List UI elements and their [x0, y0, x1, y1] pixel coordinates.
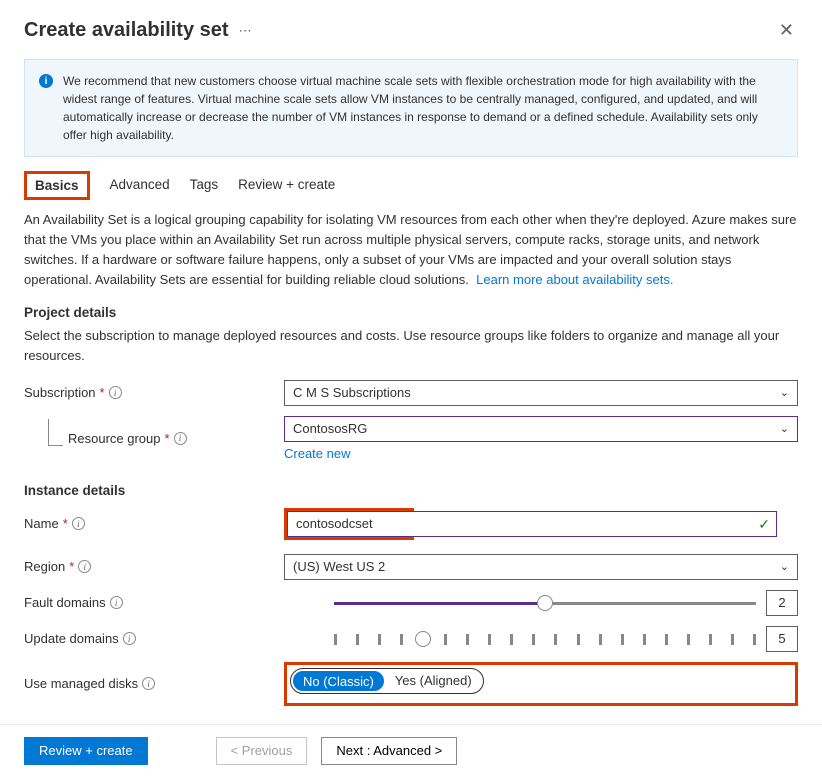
- create-new-link[interactable]: Create new: [284, 446, 798, 461]
- tab-basics[interactable]: Basics: [24, 171, 90, 200]
- info-icon[interactable]: i: [142, 677, 155, 690]
- subscription-label-text: Subscription: [24, 385, 96, 400]
- region-label: Region * i: [24, 559, 284, 574]
- required-star: *: [69, 559, 74, 574]
- previous-button: < Previous: [216, 737, 308, 765]
- name-value: contosodcset: [296, 516, 373, 531]
- chevron-down-icon: ⌄: [780, 422, 789, 435]
- rg-label-text: Resource group: [68, 431, 161, 446]
- required-star: *: [100, 385, 105, 400]
- instance-details-heading: Instance details: [24, 483, 798, 498]
- info-text: We recommend that new customers choose v…: [63, 72, 783, 144]
- required-star: *: [165, 431, 170, 446]
- region-value: (US) West US 2: [293, 559, 385, 574]
- chevron-down-icon: ⌄: [780, 386, 789, 399]
- managed-label-text: Use managed disks: [24, 676, 138, 691]
- info-icon: i: [39, 74, 53, 88]
- valid-icon: ✓: [758, 516, 770, 533]
- info-icon[interactable]: i: [174, 432, 187, 445]
- description-text: An Availability Set is a logical groupin…: [24, 210, 798, 291]
- update-label-text: Update domains: [24, 631, 119, 646]
- name-label: Name * i: [24, 516, 284, 531]
- rg-value: ContososRG: [293, 421, 367, 436]
- fault-domains-label: Fault domains i: [24, 595, 284, 610]
- subscription-label: Subscription * i: [24, 385, 284, 400]
- close-icon[interactable]: ✕: [775, 16, 798, 45]
- info-icon[interactable]: i: [78, 560, 91, 573]
- subscription-value: C M S Subscriptions: [293, 385, 411, 400]
- resource-group-select[interactable]: ContososRG ⌄: [284, 416, 798, 442]
- info-icon[interactable]: i: [123, 632, 136, 645]
- region-label-text: Region: [24, 559, 65, 574]
- review-create-button[interactable]: Review + create: [24, 737, 148, 765]
- required-star: *: [63, 516, 68, 531]
- update-domains-label: Update domains i: [24, 631, 284, 646]
- managed-no-option[interactable]: No (Classic): [292, 670, 385, 692]
- slider-thumb[interactable]: [415, 631, 431, 647]
- subscription-select[interactable]: C M S Subscriptions ⌄: [284, 380, 798, 406]
- info-icon[interactable]: i: [72, 517, 85, 530]
- region-select[interactable]: (US) West US 2 ⌄: [284, 554, 798, 580]
- next-button[interactable]: Next : Advanced >: [321, 737, 457, 765]
- tab-bar: Basics Advanced Tags Review + create: [24, 171, 798, 200]
- resource-group-label: Resource group * i: [24, 431, 284, 446]
- info-icon[interactable]: i: [110, 596, 123, 609]
- slider-thumb[interactable]: [537, 595, 553, 611]
- info-icon[interactable]: i: [109, 386, 122, 399]
- project-details-sub: Select the subscription to manage deploy…: [24, 326, 798, 366]
- update-domains-value[interactable]: 5: [766, 626, 798, 652]
- name-input[interactable]: contosodcset ✓: [287, 511, 777, 537]
- tab-advanced[interactable]: Advanced: [110, 171, 170, 200]
- learn-more-link[interactable]: Learn more about availability sets.: [476, 272, 673, 287]
- footer-bar: Review + create < Previous Next : Advanc…: [0, 724, 822, 777]
- managed-yes-option[interactable]: Yes (Aligned): [385, 670, 482, 692]
- managed-disks-toggle[interactable]: No (Classic) Yes (Aligned): [290, 668, 484, 694]
- tab-tags[interactable]: Tags: [190, 171, 219, 200]
- fault-label-text: Fault domains: [24, 595, 106, 610]
- fault-domains-slider[interactable]: [334, 593, 756, 613]
- description-body: An Availability Set is a logical groupin…: [24, 212, 797, 287]
- update-domains-slider[interactable]: [334, 629, 756, 649]
- info-banner: i We recommend that new customers choose…: [24, 59, 798, 157]
- name-label-text: Name: [24, 516, 59, 531]
- more-actions[interactable]: ⋯: [239, 23, 254, 39]
- fault-domains-value[interactable]: 2: [766, 590, 798, 616]
- page-title: Create availability set: [24, 19, 229, 42]
- chevron-down-icon: ⌄: [780, 560, 789, 573]
- project-details-heading: Project details: [24, 305, 798, 320]
- tab-review[interactable]: Review + create: [238, 171, 335, 200]
- managed-disks-label: Use managed disks i: [24, 676, 284, 691]
